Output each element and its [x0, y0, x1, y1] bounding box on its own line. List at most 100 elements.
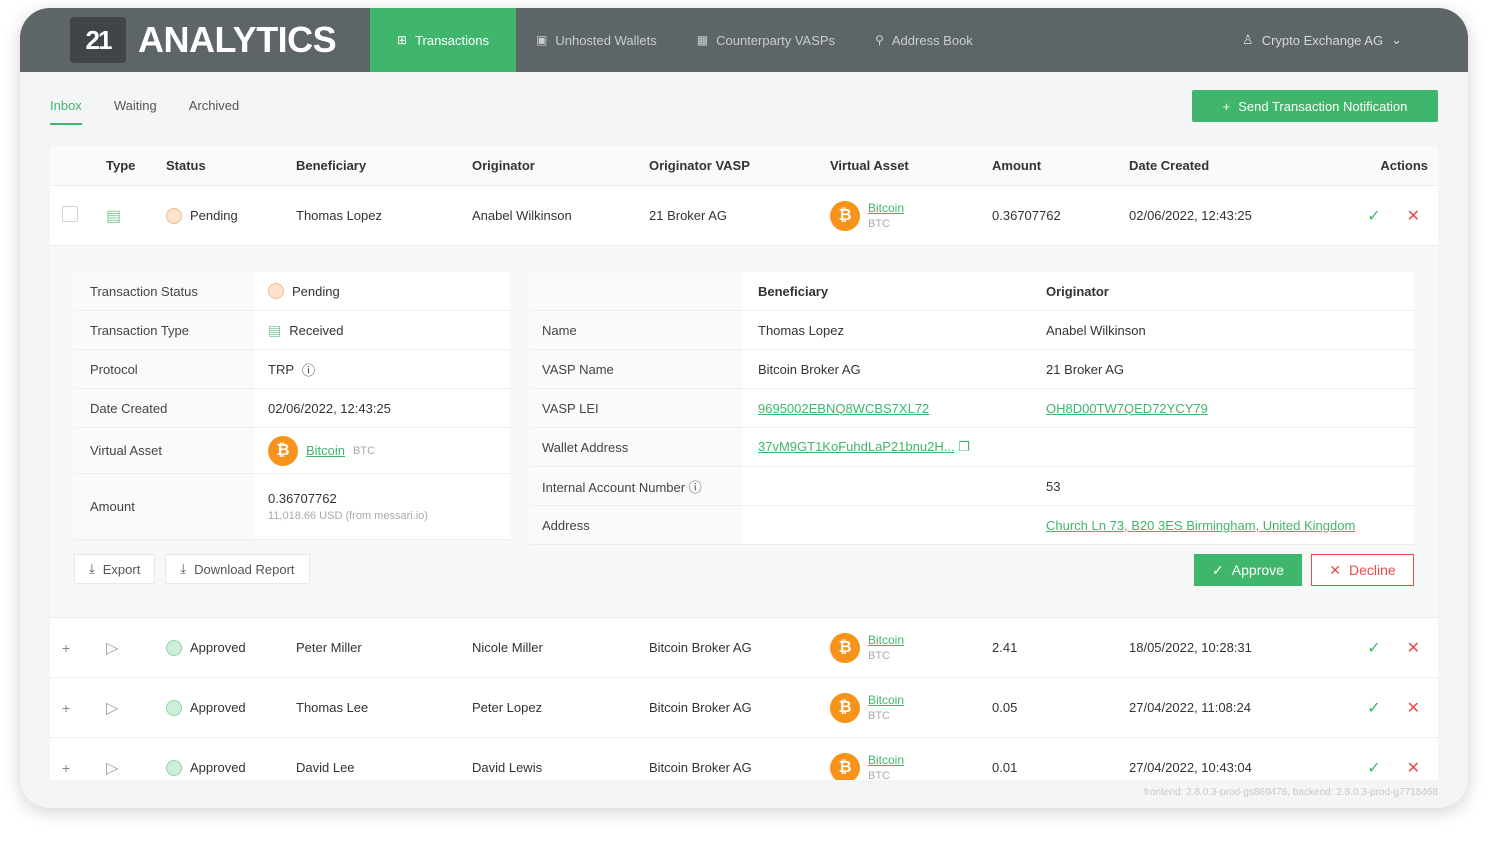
table-row[interactable]: + ▷ Approved Thomas Lee Peter Lopez Bitc… [50, 678, 1438, 738]
originator-address-link[interactable]: Church Ln 73, B20 3ES Birmingham, United… [1046, 518, 1355, 533]
export-button[interactable]: ⤓ Export [74, 554, 156, 584]
beneficiary-header: Beneficiary [758, 283, 829, 299]
detail-value: 0.36707762 [268, 491, 337, 506]
column-header[interactable]: Amount [992, 158, 1129, 173]
approved-status-icon [166, 639, 182, 656]
download-icon: ⤓ [89, 561, 95, 576]
expand-icon[interactable]: + [62, 700, 70, 716]
detail-value: TRP [268, 361, 294, 377]
vasp-cell: Bitcoin Broker AG [649, 700, 752, 715]
vasp-cell: Bitcoin Broker AG [649, 640, 752, 655]
account-name: Crypto Exchange AG [1261, 32, 1384, 48]
column-header[interactable]: Type [106, 158, 166, 173]
approve-check-icon[interactable]: ✓ [1367, 758, 1380, 778]
table-row[interactable]: ▤ Pending Thomas Lopez Anabel Wilkinson … [50, 186, 1438, 246]
date-cell: 27/04/2022, 10:43:04 [1129, 760, 1252, 775]
asset-link[interactable]: Bitcoin [868, 200, 904, 216]
user-icon: ♙ [1242, 32, 1254, 47]
asset-link[interactable]: Bitcoin [868, 632, 904, 648]
copy-icon[interactable]: ❐ [958, 439, 970, 454]
asset-symbol: BTC [868, 769, 890, 781]
vasp-cell: Bitcoin Broker AG [649, 760, 752, 775]
transactions-table: Type Status Beneficiary Originator Origi… [50, 146, 1438, 780]
tab-waiting[interactable]: Waiting [114, 98, 157, 125]
expand-icon[interactable]: + [62, 640, 70, 656]
asset-symbol: BTC [868, 217, 890, 230]
chevron-down-icon: ⌄ [1391, 32, 1402, 47]
approved-status-icon [166, 699, 182, 716]
table-row[interactable]: + ▷ Approved David Lee David Lewis Bitco… [50, 738, 1438, 780]
party-label: Name [530, 311, 742, 349]
column-header[interactable]: Virtual Asset [830, 158, 992, 173]
column-header[interactable]: Status [166, 158, 296, 173]
brand-name: ANALYTICS [138, 19, 337, 60]
nav-address-book[interactable]: ⚲ Address Book [855, 8, 993, 72]
bitcoin-icon: ₿ [830, 632, 860, 663]
nav-transactions[interactable]: ⊞ Transactions [370, 8, 516, 72]
asset-link[interactable]: Bitcoin [868, 692, 904, 708]
party-label: VASP LEI [530, 389, 742, 427]
asset-link[interactable]: Bitcoin [306, 443, 345, 458]
building-icon: ▦ [696, 33, 709, 47]
decline-x-icon[interactable]: ✕ [1407, 638, 1420, 658]
nav-label: Unhosted Wallets [555, 32, 657, 48]
sent-icon: ▷ [106, 639, 119, 657]
decline-button[interactable]: ✕ Decline [1311, 554, 1414, 586]
asset-symbol: BTC [868, 649, 890, 662]
column-header[interactable]: Originator [472, 158, 649, 173]
send-transaction-notification-button[interactable]: + Send Transaction Notification [1192, 90, 1438, 122]
approve-check-icon[interactable]: ✓ [1367, 698, 1380, 718]
plus-icon: + [1222, 98, 1231, 114]
button-label: Decline [1349, 562, 1396, 578]
originator-lei-link[interactable]: OH8D00TW7QED72YCY79 [1046, 401, 1208, 416]
brand[interactable]: 21 ANALYTICS [20, 8, 370, 72]
nav-label: Address Book [891, 32, 973, 48]
column-header[interactable]: Originator VASP [649, 158, 830, 173]
nav-counterparty-vasps[interactable]: ▦ Counterparty VASPs [677, 8, 855, 72]
asset-link[interactable]: Bitcoin [868, 752, 904, 768]
column-header[interactable]: Date Created [1129, 158, 1349, 173]
row-checkbox[interactable] [62, 206, 78, 222]
decline-x-icon[interactable]: ✕ [1407, 698, 1420, 718]
wallet-address-link[interactable]: 37vM9GT1KoFuhdLaP21bnu2H... [758, 439, 955, 454]
logo: 21 [70, 17, 126, 63]
expand-icon[interactable]: + [62, 760, 70, 776]
approve-check-icon[interactable]: ✓ [1367, 206, 1380, 226]
date-cell: 18/05/2022, 10:28:31 [1129, 640, 1252, 655]
approve-button[interactable]: ✓ Approve [1194, 554, 1302, 586]
nav-unhosted-wallets[interactable]: ▣ Unhosted Wallets [516, 8, 677, 72]
received-icon: ▤ [268, 321, 282, 338]
beneficiary-value: Bitcoin Broker AG [758, 361, 861, 377]
originator-header: Originator [1046, 283, 1109, 299]
column-header: Actions [1380, 158, 1428, 173]
detail-label: Virtual Asset [74, 428, 254, 473]
beneficiary-lei-link[interactable]: 9695002EBNQ8WCBS7XL72 [758, 401, 929, 416]
decline-x-icon[interactable]: ✕ [1407, 758, 1420, 778]
originator-cell: David Lewis [472, 760, 543, 775]
bitcoin-icon: ₿ [830, 692, 860, 723]
table-header: Type Status Beneficiary Originator Origi… [50, 146, 1438, 186]
table-row[interactable]: + ▷ Approved Peter Miller Nicole Miller … [50, 618, 1438, 678]
originator-cell: Anabel Wilkinson [472, 208, 572, 223]
info-icon[interactable]: ⓘ [302, 360, 315, 379]
date-cell: 27/04/2022, 11:08:24 [1129, 700, 1251, 715]
tab-inbox[interactable]: Inbox [50, 98, 82, 125]
detail-label: Transaction Status [74, 272, 254, 310]
approve-check-icon[interactable]: ✓ [1367, 638, 1380, 658]
download-icon: ⤓ [180, 561, 187, 576]
asset-symbol: BTC [353, 444, 376, 457]
bitcoin-icon: ₿ [830, 752, 860, 780]
wallet-icon: ▣ [536, 33, 548, 47]
decline-x-icon[interactable]: ✕ [1407, 206, 1420, 226]
originator-value: Anabel Wilkinson [1046, 322, 1146, 338]
download-report-button[interactable]: ⤓ Download Report [165, 554, 310, 584]
received-icon: ▤ [106, 207, 122, 225]
nav-label: Counterparty VASPs [716, 32, 836, 48]
close-icon: ✕ [1329, 561, 1342, 578]
tab-archived[interactable]: Archived [189, 98, 240, 125]
transaction-details: Transaction Status Pending Transaction Ty… [50, 246, 1438, 618]
detail-label: Amount [74, 474, 254, 539]
column-header[interactable]: Beneficiary [296, 158, 472, 173]
parties-table: Beneficiary Originator Name Thomas Lopez An… [530, 272, 1414, 545]
account-menu[interactable]: ♙ Crypto Exchange AG ⌄ [1242, 8, 1402, 72]
